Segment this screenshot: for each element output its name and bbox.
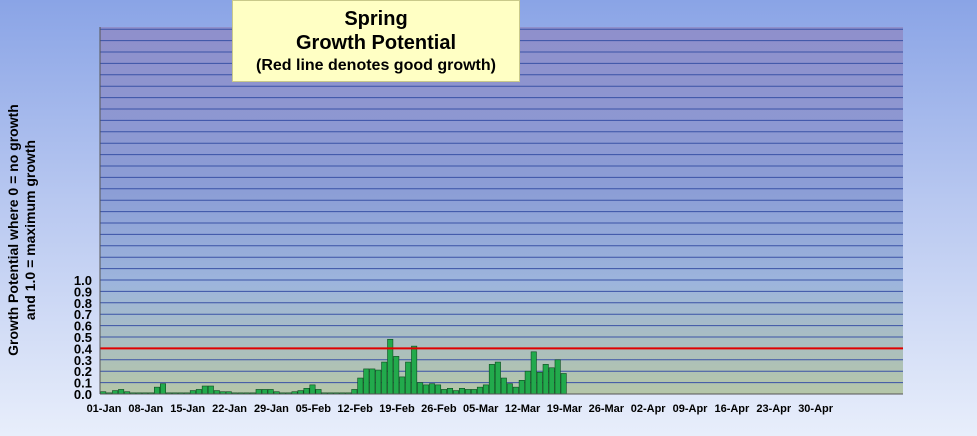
x-tick-label: 12-Feb bbox=[337, 403, 373, 415]
bar bbox=[369, 368, 376, 395]
x-tick-label: 26-Mar bbox=[589, 403, 625, 415]
x-tick-label: 02-Apr bbox=[631, 403, 667, 415]
chart: 0.0 0.1 0.2 0.3 0.4 0.5 0.6 0.7 0.8 0.9 1.0 01-Jan… bbox=[0, 0, 977, 436]
x-tick-label: 01-Jan bbox=[87, 403, 122, 415]
bar bbox=[357, 377, 364, 395]
bar bbox=[393, 356, 400, 395]
x-tick-label: 26-Feb bbox=[421, 403, 457, 415]
plot-area bbox=[100, 27, 903, 394]
bar bbox=[530, 351, 537, 395]
bar bbox=[309, 384, 316, 395]
bar bbox=[195, 389, 202, 395]
x-tick-label: 19-Mar bbox=[547, 403, 583, 415]
bar bbox=[482, 384, 489, 395]
bar bbox=[405, 361, 412, 395]
chart-title-box: Spring Growth Potential (Red line denote… bbox=[232, 0, 520, 82]
bar bbox=[441, 389, 448, 395]
bar bbox=[524, 370, 531, 395]
bar bbox=[213, 390, 220, 395]
x-tick-label: 29-Jan bbox=[254, 403, 289, 415]
bar bbox=[160, 383, 166, 395]
bar bbox=[207, 385, 214, 395]
bar bbox=[112, 390, 119, 395]
bar bbox=[189, 390, 196, 395]
x-tick-label: 09-Apr bbox=[673, 403, 709, 415]
bar bbox=[536, 372, 543, 395]
x-tick-label: 15-Jan bbox=[170, 403, 205, 415]
bar bbox=[453, 390, 460, 395]
y-axis-label: Growth Potential where 0 = no growth and… bbox=[5, 85, 39, 375]
chart-title-line-3: (Red line denotes good growth) bbox=[256, 57, 496, 74]
y-tick-labels: 0.00.10.20.30.40.50.60.70.80.91.0 bbox=[74, 273, 93, 402]
bar bbox=[554, 359, 561, 395]
bar bbox=[154, 386, 161, 395]
bar bbox=[297, 390, 304, 395]
bar bbox=[255, 389, 262, 395]
bar bbox=[470, 389, 477, 395]
bar bbox=[375, 369, 382, 395]
x-tick-label: 30-Apr bbox=[798, 403, 834, 415]
x-tick-label: 08-Jan bbox=[128, 403, 163, 415]
bar bbox=[423, 384, 430, 395]
bar bbox=[488, 364, 495, 395]
chart-title-line-2: Growth Potential bbox=[296, 32, 456, 54]
bar bbox=[494, 361, 501, 395]
x-tick-labels: 01-Jan 08-Jan 15-Jan 22-Jan 29-Jan 05-Feb 12-F… bbox=[87, 403, 834, 415]
bar bbox=[315, 389, 322, 395]
bar bbox=[506, 383, 513, 395]
x-tick-label: 12-Mar bbox=[505, 403, 541, 415]
bar bbox=[267, 389, 274, 395]
y-axis-label-line-1: Growth Potential where 0 = no growth bbox=[5, 104, 21, 356]
x-tick-label: 22-Jan bbox=[212, 403, 247, 415]
bar bbox=[500, 377, 507, 395]
bar bbox=[476, 386, 483, 395]
x-tick-label: 23-Apr bbox=[756, 403, 792, 415]
bar bbox=[201, 385, 208, 395]
bar bbox=[458, 387, 465, 395]
bar bbox=[512, 386, 519, 395]
bar bbox=[303, 387, 310, 395]
bar bbox=[560, 373, 567, 395]
bar bbox=[447, 387, 454, 395]
bar bbox=[411, 345, 418, 395]
bar bbox=[429, 383, 436, 395]
bar bbox=[435, 384, 442, 395]
bar bbox=[363, 368, 370, 395]
bar bbox=[261, 389, 268, 395]
bar bbox=[351, 389, 358, 395]
bar bbox=[542, 364, 549, 395]
y-tick-label: 1.0 bbox=[74, 273, 92, 288]
bar bbox=[417, 382, 424, 395]
bar bbox=[464, 389, 471, 395]
bar bbox=[118, 389, 125, 395]
x-tick-label: 05-Feb bbox=[296, 403, 332, 415]
y-axis-label-line-2: and 1.0 = maximum growth bbox=[22, 139, 38, 321]
bar bbox=[381, 361, 388, 395]
y-axis-label-wrap: Growth Potential where 0 = no growth and… bbox=[2, 85, 42, 375]
bar bbox=[548, 367, 555, 395]
x-tick-label: 16-Apr bbox=[714, 403, 750, 415]
bar bbox=[518, 380, 525, 395]
bar bbox=[399, 376, 406, 395]
x-tick-label: 19-Feb bbox=[379, 403, 415, 415]
chart-title-line-1: Spring bbox=[344, 8, 408, 30]
x-tick-label: 05-Mar bbox=[463, 403, 499, 415]
